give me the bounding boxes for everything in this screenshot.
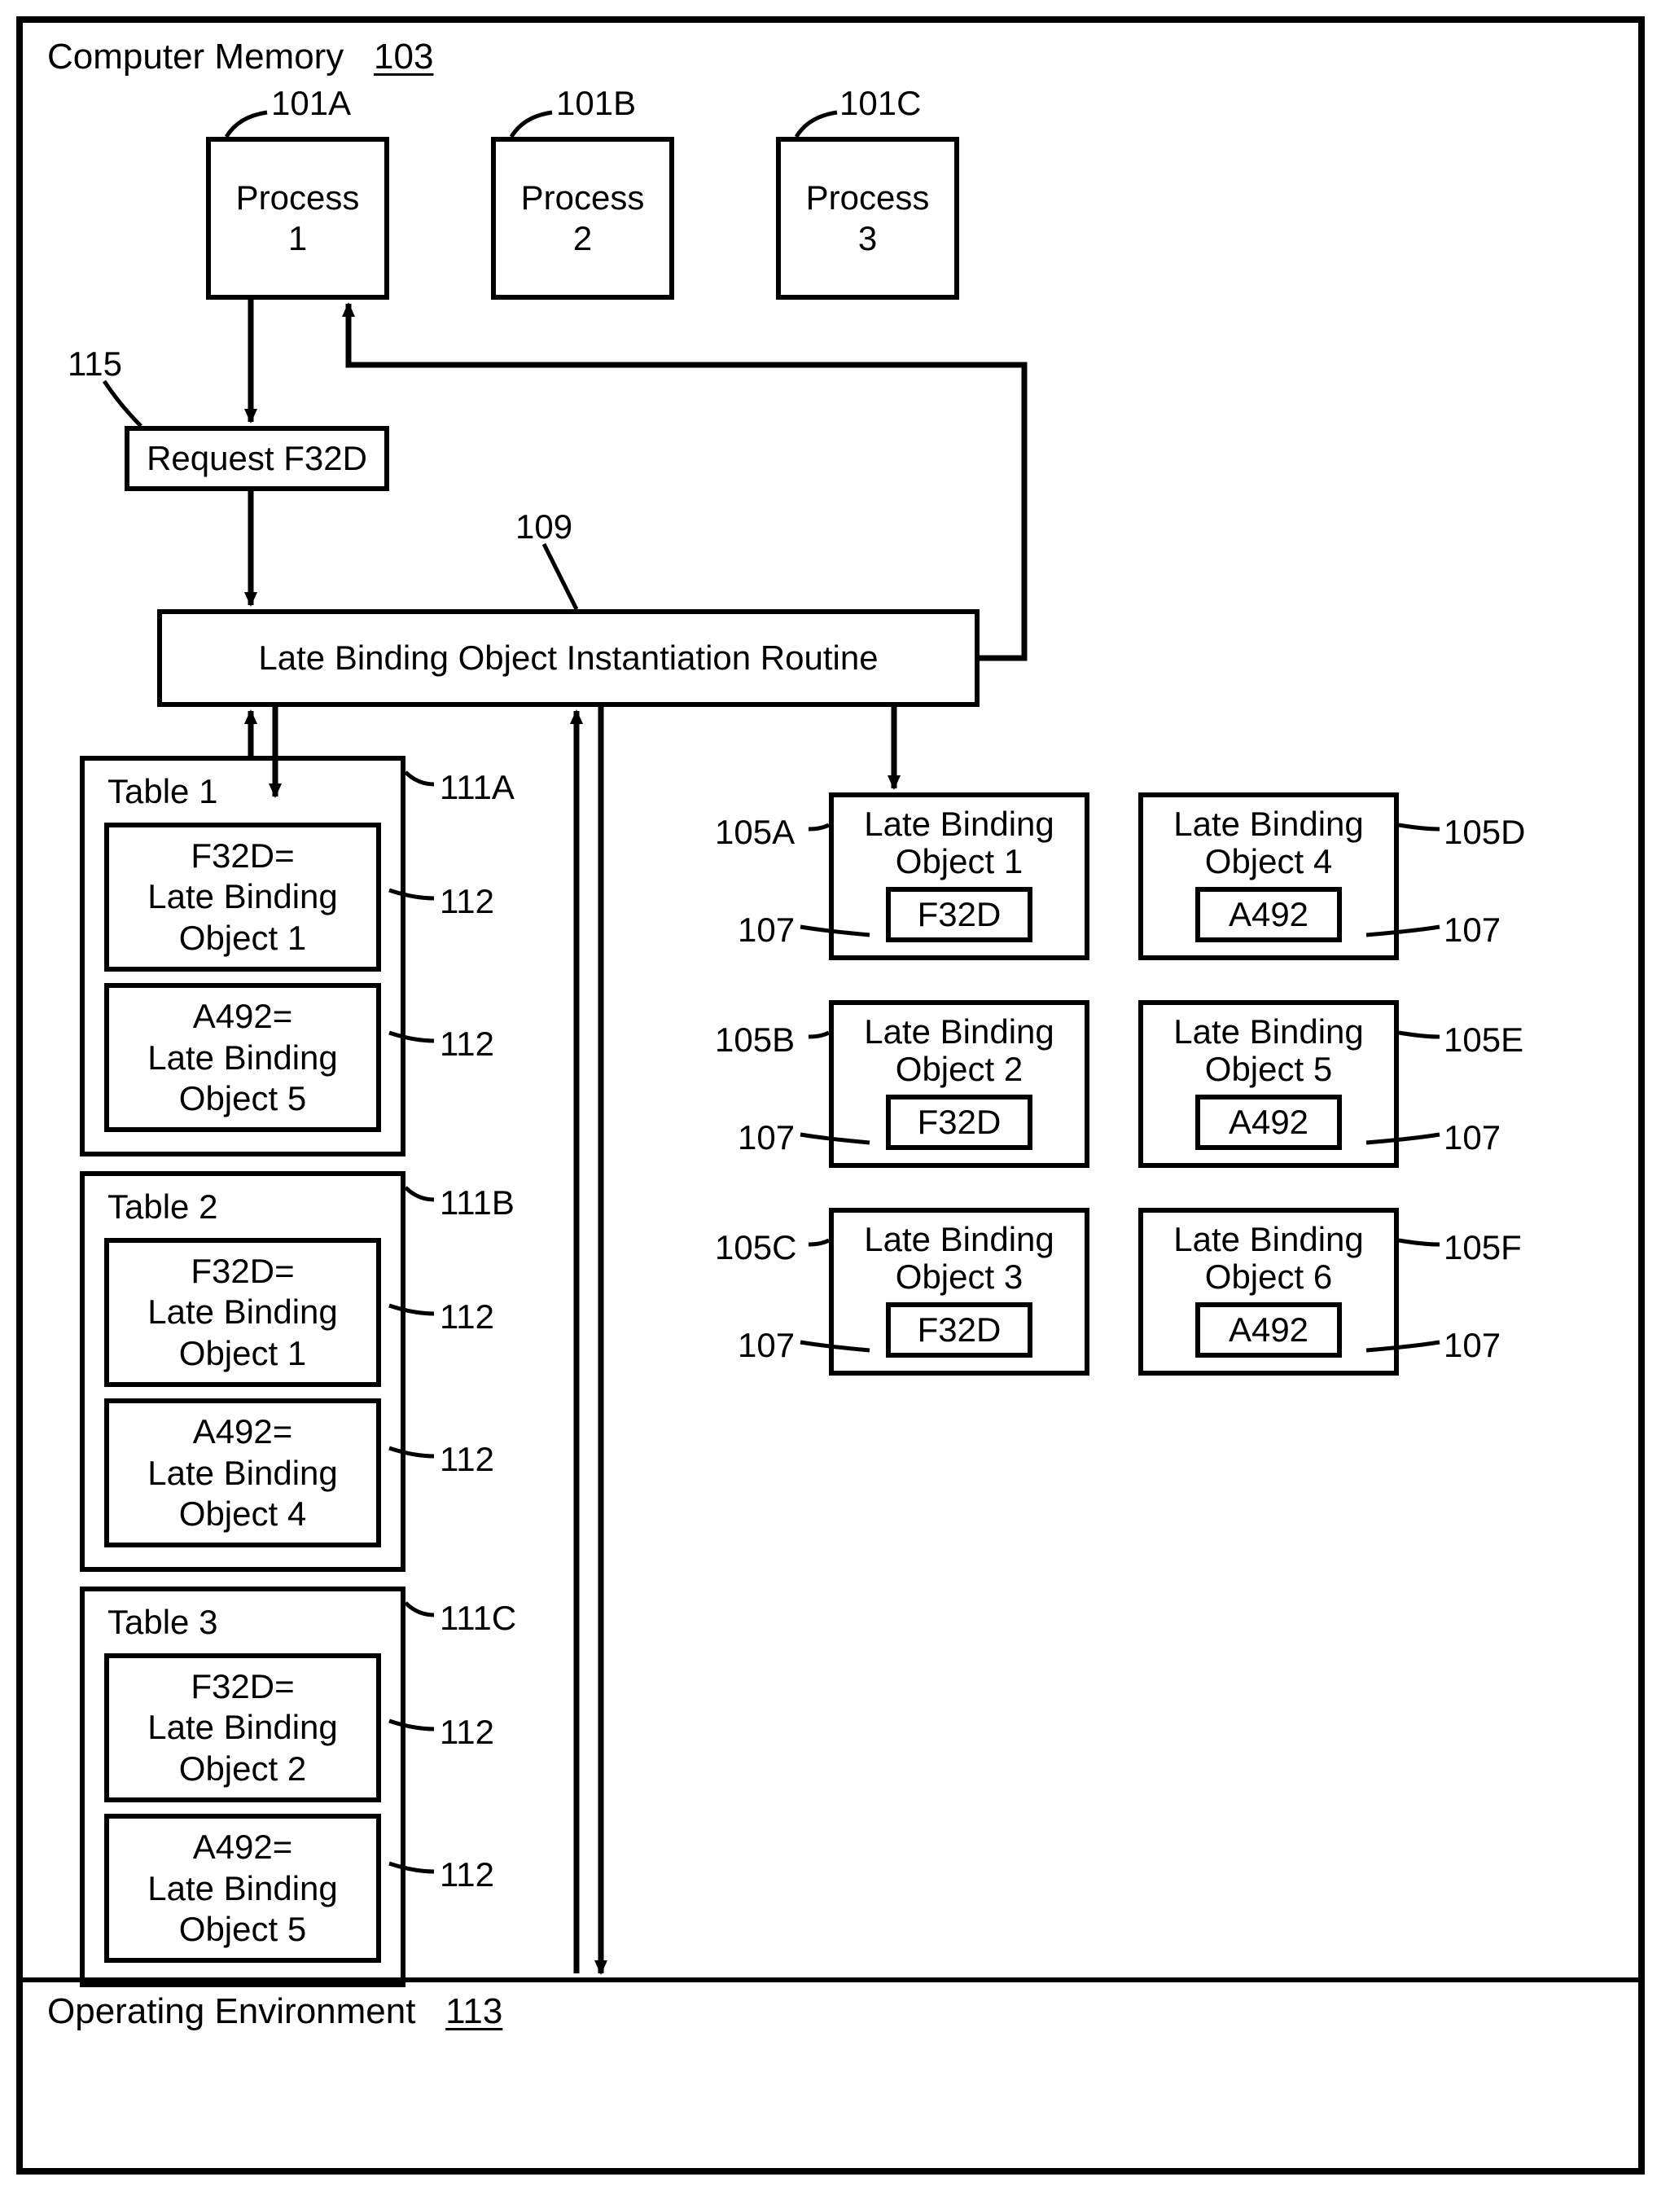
lbo-4-idref: 107	[1444, 911, 1501, 950]
lbo-5-id: A492	[1195, 1095, 1342, 1150]
lbo-4-id: A492	[1195, 887, 1342, 942]
memory-title: Computer Memory 103	[47, 39, 433, 75]
table-1-title: Table 1	[107, 772, 381, 811]
lbo-2-title: Late Binding Object 2	[845, 1013, 1073, 1088]
request-box: Request F32D	[125, 426, 389, 491]
memory-title-text: Computer Memory	[47, 37, 344, 77]
process-2-box: Process 2	[491, 137, 674, 300]
table-1-entry-1: A492= Late Binding Object 5	[104, 983, 381, 1132]
table-1-entry-0: F32D= Late Binding Object 1	[104, 823, 381, 972]
lbo-6-idref: 107	[1444, 1326, 1501, 1365]
table-3-entry-1: A492= Late Binding Object 5	[104, 1814, 381, 1963]
table-2-entry-1-ref: 112	[440, 1440, 494, 1479]
lbo-5-idref: 107	[1444, 1118, 1501, 1157]
process-3-ref: 101C	[839, 84, 921, 123]
table-2-ref: 111B	[440, 1183, 515, 1222]
diagram-page: Computer Memory 103 Process 1 Process 2 …	[16, 16, 1645, 2175]
lbo-2: Late Binding Object 2 F32D	[829, 1000, 1089, 1168]
lbo-6-ref: 105F	[1444, 1228, 1522, 1267]
table-3-title: Table 3	[107, 1603, 381, 1642]
request-ref: 115	[68, 345, 122, 384]
table-2-entry-1: A492= Late Binding Object 4	[104, 1398, 381, 1547]
table-1-entry-0-ref: 112	[440, 882, 494, 921]
memory-ref: 103	[374, 37, 433, 77]
env-title-text: Operating Environment	[47, 1991, 415, 2031]
table-3-ref: 111C	[440, 1599, 516, 1638]
process-3-box: Process 3	[776, 137, 959, 300]
lbo-3-title: Late Binding Object 3	[845, 1221, 1073, 1296]
lbo-3: Late Binding Object 3 F32D	[829, 1208, 1089, 1376]
lbo-1: Late Binding Object 1 F32D	[829, 792, 1089, 960]
routine-ref: 109	[515, 507, 572, 546]
env-title: Operating Environment 113	[47, 1994, 502, 2030]
table-2: Table 2 F32D= Late Binding Object 1 A492…	[80, 1171, 405, 1572]
table-1-ref: 111A	[440, 768, 515, 807]
table-1-entry-1-ref: 112	[440, 1025, 494, 1064]
table-2-entry-0-ref: 112	[440, 1297, 494, 1336]
table-3-entry-0-ref: 112	[440, 1713, 494, 1752]
process-1-box: Process 1	[206, 137, 389, 300]
lbo-3-id: F32D	[886, 1302, 1032, 1358]
lbo-2-ref: 105B	[715, 1020, 795, 1060]
env-ref: 113	[445, 1991, 502, 2031]
table-3-entry-1-ref: 112	[440, 1855, 494, 1894]
lbo-6-id: A492	[1195, 1302, 1342, 1358]
lbo-1-title: Late Binding Object 1	[845, 805, 1073, 880]
lbo-4-ref: 105D	[1444, 813, 1525, 852]
lbo-1-id: F32D	[886, 887, 1032, 942]
table-3-entry-0: F32D= Late Binding Object 2	[104, 1653, 381, 1802]
process-1-ref: 101A	[271, 84, 351, 123]
table-2-entry-0: F32D= Late Binding Object 1	[104, 1238, 381, 1387]
table-1: Table 1 F32D= Late Binding Object 1 A492…	[80, 756, 405, 1156]
table-3: Table 3 F32D= Late Binding Object 2 A492…	[80, 1587, 405, 1987]
process-2-ref: 101B	[556, 84, 636, 123]
lbo-3-idref: 107	[738, 1326, 795, 1365]
lbo-4-title: Late Binding Object 4	[1155, 805, 1383, 880]
lbo-5-ref: 105E	[1444, 1020, 1523, 1060]
routine-box: Late Binding Object Instantiation Routin…	[157, 609, 980, 707]
lbo-6-title: Late Binding Object 6	[1155, 1221, 1383, 1296]
table-2-title: Table 2	[107, 1187, 381, 1227]
lbo-3-ref: 105C	[715, 1228, 796, 1267]
env-separator	[23, 1977, 1638, 1982]
lbo-1-ref: 105A	[715, 813, 795, 852]
lbo-5-title: Late Binding Object 5	[1155, 1013, 1383, 1088]
lbo-2-id: F32D	[886, 1095, 1032, 1150]
lbo-5: Late Binding Object 5 A492	[1138, 1000, 1399, 1168]
lbo-6: Late Binding Object 6 A492	[1138, 1208, 1399, 1376]
lbo-1-idref: 107	[738, 911, 795, 950]
lbo-4: Late Binding Object 4 A492	[1138, 792, 1399, 960]
lbo-2-idref: 107	[738, 1118, 795, 1157]
